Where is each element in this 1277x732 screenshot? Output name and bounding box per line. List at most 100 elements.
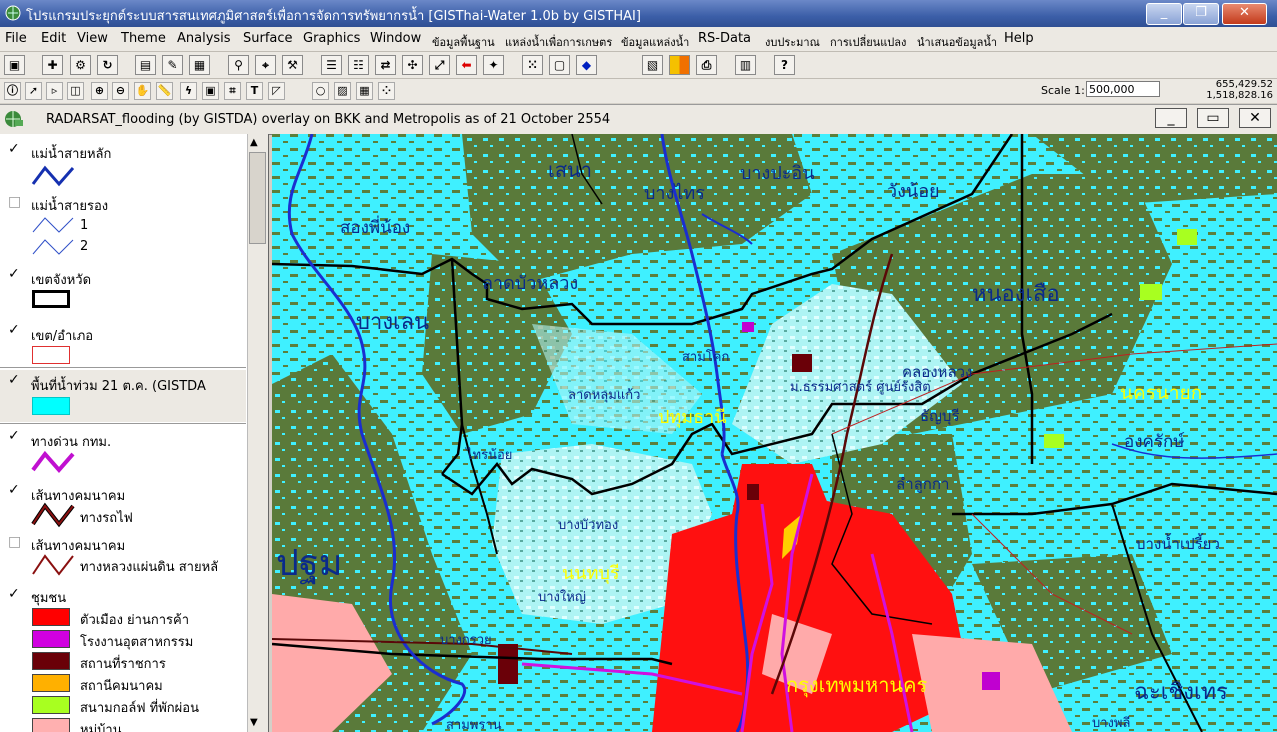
locate-address-icon[interactable]: ⌖: [255, 55, 276, 75]
map-label-lat-bua-luang: ลาดบัวหลวง: [482, 273, 579, 294]
layer-checkbox[interactable]: ✓: [8, 483, 20, 497]
menu-graphics[interactable]: Graphics: [303, 31, 360, 46]
zoom-to-themes-icon[interactable]: ⤢: [429, 55, 450, 75]
menu-file[interactable]: File: [5, 31, 27, 46]
pattern-icon[interactable]: ⁘: [378, 82, 395, 100]
layer-label: ทางด่วน กทม.: [31, 435, 112, 450]
scroll-up-arrow-icon[interactable]: ▲: [250, 137, 258, 148]
draw-tool-icon[interactable]: ◸: [268, 82, 285, 100]
map-label-lam-luk-ka: ลำลูกกา: [896, 475, 950, 493]
view-minimize-button[interactable]: _: [1155, 108, 1187, 128]
label-icon[interactable]: ⌗: [224, 82, 241, 100]
vertex-edit-icon[interactable]: ▹: [46, 82, 63, 100]
refresh-icon[interactable]: ↻: [97, 55, 118, 75]
view-close-button[interactable]: ✕: [1239, 108, 1271, 128]
select-all-icon[interactable]: ☰: [321, 55, 342, 75]
menu-basic-data[interactable]: ข้อมูลพื้นฐาน: [432, 33, 495, 51]
menu-surface[interactable]: Surface: [243, 31, 293, 46]
layer-checkbox[interactable]: ✓: [8, 142, 20, 156]
river-line-symbol: [31, 165, 75, 187]
identify-icon[interactable]: ⓘ: [4, 82, 21, 100]
coordinate-y: 1,518,828.16: [1206, 90, 1273, 101]
highway-sub-label: ทางหลวงแผ่นดิน สายหลั: [80, 560, 219, 575]
minimize-button[interactable]: _: [1146, 3, 1182, 25]
text-tool-icon[interactable]: T: [246, 82, 263, 100]
layer-checkbox[interactable]: ✓: [8, 373, 20, 387]
image-tool-icon[interactable]: ▨: [334, 82, 351, 100]
edit-pen-icon[interactable]: ✎: [162, 55, 183, 75]
coordinate-readout: 655,429.52 1,518,828.16: [1206, 79, 1273, 101]
map-label-sena: เสนา: [548, 158, 592, 182]
layer-checkbox[interactable]: ✓: [8, 587, 20, 601]
map-canvas[interactable]: เสนา บางไทร บางปะอิน วังน้อย สองพี่น้อง …: [272, 134, 1277, 732]
map-label-bang-len: บางเลน: [356, 310, 430, 335]
pointer-icon[interactable]: ➚: [25, 82, 42, 100]
menu-window[interactable]: Window: [370, 31, 421, 46]
layer-checkbox[interactable]: □: [8, 535, 21, 549]
layer-checkbox[interactable]: □: [8, 195, 21, 209]
measure-icon[interactable]: 📏: [156, 82, 173, 100]
layer-checkbox[interactable]: ✓: [8, 429, 20, 443]
layer-label: เขตจังหวัด: [31, 273, 92, 288]
color-grid-icon[interactable]: ▦: [356, 82, 373, 100]
map-label-bangkok: กรุงเทพมหานคร: [786, 673, 928, 697]
legend-flood-area[interactable]: ✓ พื้นที่น้ำท่วม 21 ต.ค. (GISTDA: [0, 370, 246, 422]
layer-label: แม่น้ำสายรอง: [31, 199, 109, 214]
menu-water-source[interactable]: ข้อมูลแหล่งน้ำ: [621, 33, 689, 51]
frame-icon[interactable]: ▢: [549, 55, 570, 75]
layer-checkbox[interactable]: ✓: [8, 323, 20, 337]
hammer-tool-icon[interactable]: ⚒: [282, 55, 303, 75]
menu-help[interactable]: Help: [1004, 31, 1034, 46]
close-button[interactable]: ✕: [1222, 3, 1267, 25]
scroll-down-arrow-icon[interactable]: ▼: [250, 717, 258, 728]
layers-icon[interactable]: ▧: [642, 55, 663, 75]
menu-budget[interactable]: งบประมาณ: [765, 33, 820, 51]
scroll-thumb[interactable]: [249, 152, 266, 244]
community-class-label: ตัวเมือง ย่านการค้า: [80, 613, 189, 628]
find-binoculars-icon[interactable]: ⚲: [228, 55, 249, 75]
select-feature-icon[interactable]: ◫: [67, 82, 84, 100]
menu-analysis[interactable]: Analysis: [177, 31, 231, 46]
zoom-out-icon[interactable]: ⊖: [112, 82, 129, 100]
calculator-icon[interactable]: ▦: [189, 55, 210, 75]
menu-view[interactable]: View: [77, 31, 108, 46]
menu-theme[interactable]: Theme: [121, 31, 166, 46]
zoom-selected-icon[interactable]: ✦: [483, 55, 504, 75]
clear-selection-icon[interactable]: ☷: [348, 55, 369, 75]
zoom-in-icon[interactable]: ⊕: [91, 82, 108, 100]
table-icon[interactable]: ▤: [135, 55, 156, 75]
menu-edit[interactable]: Edit: [41, 31, 66, 46]
switch-selection-icon[interactable]: ⇄: [375, 55, 396, 75]
save-icon[interactable]: ▣: [4, 55, 25, 75]
help-pointer-icon[interactable]: ?: [774, 55, 795, 75]
color-palette-icon[interactable]: [669, 55, 690, 75]
area-of-interest-icon[interactable]: ▣: [202, 82, 219, 100]
print-icon[interactable]: ⎙: [696, 55, 717, 75]
menu-change[interactable]: การเปลี่ยนแปลง: [830, 33, 906, 51]
map-label-bang-pahan: บางปะอิน: [740, 163, 815, 184]
community-class-label: สถานีคมนาคม: [80, 679, 163, 694]
highway-line-symbol: [32, 554, 74, 576]
pan-hand-icon[interactable]: ✋: [134, 82, 151, 100]
menu-rs-data[interactable]: RS-Data: [698, 31, 751, 46]
scale-input[interactable]: 500,000: [1086, 81, 1160, 97]
menu-agri-water[interactable]: แหล่งน้ำเพื่อการเกษตร: [505, 33, 612, 51]
map-label-sam-khok: สามโคก: [682, 350, 730, 365]
chart-icon[interactable]: ▥: [735, 55, 756, 75]
theme-properties-icon[interactable]: ⚙: [70, 55, 91, 75]
map-label-thammasat: ม.ธรรมศาสตร์ ศูนย์รังสิต: [790, 380, 931, 395]
map-label-bang-phli: บางพลี: [1092, 716, 1131, 731]
zoom-extent-icon[interactable]: ✣: [402, 55, 423, 75]
view-maximize-button[interactable]: ▭: [1197, 108, 1229, 128]
legend-scrollbar[interactable]: ▲ ▼: [247, 134, 268, 732]
layer-checkbox[interactable]: ✓: [8, 267, 20, 281]
circle-tool-icon[interactable]: ○: [312, 82, 329, 100]
diamond-icon[interactable]: ◆: [576, 55, 597, 75]
maximize-button[interactable]: ❐: [1183, 3, 1219, 25]
hotlink-icon[interactable]: ϟ: [180, 82, 197, 100]
zoom-previous-icon[interactable]: ⬅: [456, 55, 477, 75]
layer-label: ชุมชน: [31, 591, 67, 606]
add-theme-icon[interactable]: ✚: [42, 55, 63, 75]
layout-icon[interactable]: ⁙: [522, 55, 543, 75]
menu-present-water[interactable]: นำเสนอข้อมูลน้ำ: [917, 33, 997, 51]
